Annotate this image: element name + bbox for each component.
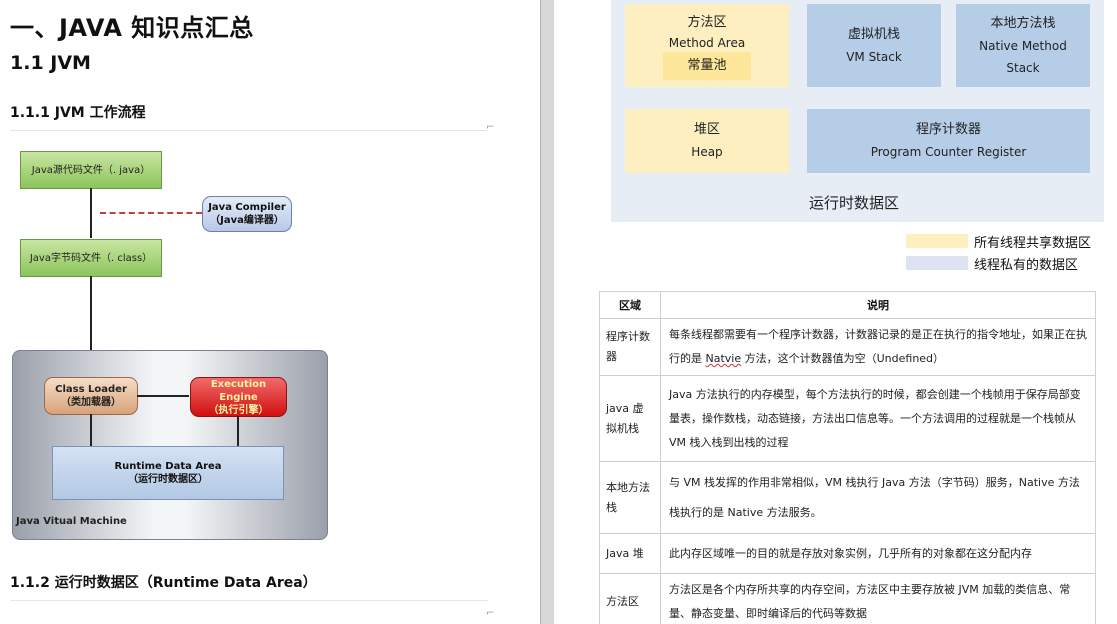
runtime-caption: 运行时数据区 — [809, 194, 900, 212]
margin-marker: ⌐ — [486, 122, 495, 133]
table-cell-desc: 方法区是各个内存所共享的内存空间，方法区中主要存放被 JVM 加载的类信息、常量… — [660, 573, 1096, 624]
native-stack-label: 本地方法栈 — [990, 15, 1056, 31]
vm-stack-cell: 虚拟机栈 VM Stack — [807, 4, 941, 87]
compiler-box: Java Compiler （Java编译器） — [202, 196, 292, 232]
heading-3-flow: 1.1.1 JVM 工作流程 — [10, 105, 146, 121]
runtime-heading-text: 1.1.2 运行时数据区（Runtime Data Area） — [10, 575, 317, 591]
legend-shared-text: 所有线程共享数据区 — [974, 236, 1092, 251]
runtime-area-table: 区域 说明 程序计数器 每条线程都需要有一个程序计数器，计数器记录的是正在执行的… — [599, 291, 1096, 624]
table-header-row: 区域 说明 — [599, 291, 1096, 319]
table-header-desc: 说明 — [660, 291, 1096, 319]
heading-rule — [10, 130, 488, 131]
desc-flagged-word: Natvie — [705, 352, 742, 365]
native-stack-en: Native Method Stack — [979, 38, 1067, 75]
legend-private-text: 线程私有的数据区 — [974, 258, 1079, 273]
dashed-connector — [100, 212, 202, 214]
table-cell-region: 程序计数器 — [599, 318, 661, 376]
source-file-box: Java源代码文件（. java） — [20, 151, 162, 189]
table-row: Java 堆 此内存区域唯一的目的就是存放对象实例，几乎所有的对象都在这分配内存 — [599, 533, 1096, 574]
class-loader-box: Class Loader （类加载器） — [44, 377, 138, 415]
legend-private-swatch — [906, 256, 968, 270]
legend-shared-swatch — [906, 234, 968, 248]
table-cell-region: java 虚拟机栈 — [599, 375, 661, 462]
left-page: 一、JAVA 知识点汇总 1.1 JVM 1.1.1 JVM 工作流程 ⌐ Ja… — [0, 0, 540, 624]
heading-rule — [10, 600, 488, 601]
table-row: java 虚拟机栈 Java 方法执行的内存模型，每个方法执行的时候，都会创建一… — [599, 375, 1096, 462]
flow-arrow — [90, 414, 92, 446]
bytecode-file-box: Java字节码文件（. class） — [20, 239, 162, 277]
heading-3-runtime: 1.1.2 运行时数据区（Runtime Data Area） — [10, 572, 317, 592]
vm-stack-label: 虚拟机栈 — [847, 26, 900, 42]
constant-pool-cell: 常量池 — [663, 51, 751, 80]
table-cell-desc: 此内存区域唯一的目的就是存放对象实例，几乎所有的对象都在这分配内存 — [660, 533, 1096, 574]
table-cell-region: Java 堆 — [599, 533, 661, 574]
flow-arrow — [90, 188, 92, 238]
table-cell-region: 方法区 — [599, 573, 661, 624]
heap-en: Heap — [691, 145, 723, 159]
method-area-cell: 方法区 Method Area 常量池 — [625, 4, 789, 87]
flow-arrow — [237, 416, 239, 446]
table-header-region: 区域 — [599, 291, 661, 319]
heap-label: 堆区 — [693, 122, 720, 137]
runtime-data-area-box: Runtime Data Area （运行时数据区） — [52, 446, 284, 500]
method-area-label: 方法区 — [687, 14, 727, 30]
pc-en: Program Counter Register — [870, 145, 1027, 159]
table-cell-desc: 每条线程都需要有一个程序计数器，计数器记录的是正在执行的指令地址，如果正在执行的… — [660, 318, 1096, 376]
pc-cell: 程序计数器 Program Counter Register — [807, 109, 1090, 173]
margin-marker: ⌐ — [486, 608, 495, 619]
native-stack-cell: 本地方法栈 Native Method Stack — [956, 4, 1090, 87]
method-area-en: Method Area — [668, 35, 746, 50]
page-gutter — [540, 0, 554, 624]
heading-2-jvm: 1.1 JVM — [10, 52, 91, 74]
page-edge — [540, 0, 541, 624]
jvm-label: Java Vitual Machine — [16, 516, 127, 527]
vm-stack-en: VM Stack — [846, 49, 902, 64]
table-row: 本地方法栈 与 VM 栈发挥的作用非常相似，VM 栈执行 Java 方法（字节码… — [599, 461, 1096, 534]
table-cell-desc: 与 VM 栈发挥的作用非常相似，VM 栈执行 Java 方法（字节码）服务，Na… — [660, 461, 1096, 534]
execution-engine-box: Execution Engine （执行引擎） — [190, 377, 287, 417]
table-cell-region: 本地方法栈 — [599, 461, 661, 534]
heading-1: 一、JAVA 知识点汇总 — [10, 14, 254, 42]
table-row: 程序计数器 每条线程都需要有一个程序计数器，计数器记录的是正在执行的指令地址，如… — [599, 318, 1096, 376]
flow-arrow — [137, 395, 189, 397]
heap-cell: 堆区 Heap — [625, 109, 789, 173]
right-page: 方法区 Method Area 常量池 虚拟机栈 VM Stack 本地方法栈 … — [554, 0, 1117, 624]
pc-label: 程序计数器 — [915, 122, 981, 137]
table-row: 方法区 方法区是各个内存所共享的内存空间，方法区中主要存放被 JVM 加载的类信… — [599, 573, 1096, 624]
desc-text: 方法，这个计数器值为空（Undefined） — [741, 352, 945, 365]
table-cell-desc: Java 方法执行的内存模型，每个方法执行的时候，都会创建一个栈帧用于保存局部变… — [660, 375, 1096, 462]
